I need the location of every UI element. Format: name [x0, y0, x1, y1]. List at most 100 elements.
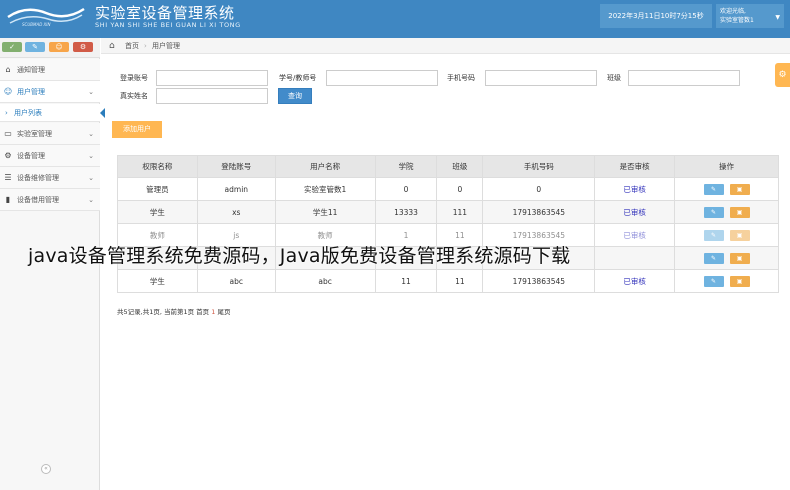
phone-input[interactable]	[485, 70, 597, 86]
edit-icon[interactable]: ✎	[703, 229, 724, 241]
col-header-review: 是否审核	[594, 155, 676, 178]
cell-role: 管理员	[117, 177, 198, 201]
cell-review-status	[594, 246, 676, 270]
logo-word: SCUBMAD XIN	[22, 22, 51, 27]
breadcrumb: ⌂ 首页 › 用户管理	[101, 38, 790, 54]
cell-college: 11	[374, 269, 438, 293]
delete-icon[interactable]: ▣	[729, 275, 750, 287]
breadcrumb-home-link[interactable]: 首页	[125, 38, 139, 54]
user-menu[interactable]: 欢迎光临, 实验室管数1 ▼	[716, 4, 784, 28]
cell-login: xs	[196, 200, 276, 224]
sidebar-subitem-user-list[interactable]: › 用户列表	[0, 104, 105, 122]
edit-icon[interactable]: ✎	[703, 275, 724, 287]
table-header-row: 权限名称 登陆账号 用户名称 学院 班级 手机号码 是否审核 操作	[117, 155, 779, 178]
sidebar-item-users[interactable]: ☺ 用户管理 ⌄	[0, 81, 100, 103]
desktop-icon: ▭	[4, 129, 12, 138]
col-header-class: 班级	[436, 155, 484, 178]
edit-icon[interactable]: ✎	[703, 183, 724, 195]
cell-review-status: 已审核	[594, 200, 676, 224]
sidebar-item-label: 设备管理	[17, 152, 45, 160]
class-input[interactable]	[628, 70, 740, 86]
student-no-input[interactable]	[326, 70, 438, 86]
cell-role: 学生	[117, 200, 198, 224]
shortcut-pencil-icon[interactable]: ✎	[25, 42, 45, 52]
users-icon: ☺	[3, 87, 13, 96]
table-row: 学生 abc abc 11 11 17913863545 已审核 ✎ ▣	[117, 269, 779, 293]
gears-icon: ⚙	[4, 151, 12, 160]
shortcut-gear-icon[interactable]: ⚙	[73, 42, 93, 52]
cell-review-status: 已审核	[594, 223, 676, 247]
query-button[interactable]: 查询	[278, 88, 312, 104]
collapse-sidebar-icon[interactable]: «	[41, 464, 51, 474]
cell-review-status: 已审核	[594, 269, 676, 293]
cell-actions: ✎ ▣	[674, 177, 779, 201]
breadcrumb-separator: ›	[144, 42, 147, 50]
sidebar-item-label: 实验室管理	[17, 130, 52, 138]
cell-username: abc	[274, 269, 376, 293]
sidebar-shortcuts: ✓ ✎ ☺ ⚙	[0, 38, 100, 58]
col-header-role: 权限名称	[117, 155, 198, 178]
chevron-down-icon: ⌄	[88, 174, 94, 182]
delete-icon[interactable]: ▣	[729, 252, 750, 264]
cell-username: 实验室管数1	[274, 177, 376, 201]
current-datetime: 2022年3月11日10时7分15秒	[600, 4, 712, 28]
cell-actions: ✎ ▣	[674, 200, 779, 224]
cell-phone: 17913863545	[482, 200, 596, 224]
sidebar-item-labs[interactable]: ▭ 实验室管理 ⌄	[0, 123, 100, 145]
pagination-current-page[interactable]: 1	[211, 308, 215, 316]
col-header-actions: 操作	[674, 155, 779, 178]
phone-label: 手机号码	[447, 74, 475, 82]
cell-actions: ✎ ▣	[674, 246, 779, 270]
chevron-down-icon: ⌄	[88, 130, 94, 138]
home-icon: ⌂	[5, 65, 11, 74]
col-header-college: 学院	[374, 155, 438, 178]
login-account-label: 登录账号	[120, 74, 148, 82]
delete-icon[interactable]: ▣	[729, 206, 750, 218]
home-icon: ⌂	[109, 41, 115, 51]
cell-role: 学生	[117, 269, 198, 293]
cell-class: 0	[436, 177, 484, 201]
shortcut-users-icon[interactable]: ☺	[49, 42, 69, 52]
chevron-down-icon: ⌄	[88, 88, 94, 96]
cell-login: abc	[196, 269, 276, 293]
sidebar-item-notice[interactable]: ⌂ 通知管理	[0, 59, 100, 81]
edit-icon[interactable]: ✎	[703, 252, 724, 264]
cell-username: 学生11	[274, 200, 376, 224]
col-header-phone: 手机号码	[482, 155, 596, 178]
cell-class: 111	[436, 200, 484, 224]
list-icon: ☰	[4, 173, 12, 182]
pagination-last-link[interactable]: 尾页	[217, 308, 230, 316]
app-subtitle: SHI YAN SHI SHE BEI GUAN LI XI TONG	[95, 21, 241, 29]
app-header: SCUBMAD XIN 实验室设备管理系统 SHI YAN SHI SHE BE…	[0, 0, 790, 38]
student-no-label: 学号/教师号	[279, 74, 317, 82]
pagination-summary[interactable]: 共5记录,共1页, 当前第1页 首页	[117, 308, 209, 316]
cell-phone: 17913863545	[482, 269, 596, 293]
col-header-username: 用户名称	[274, 155, 376, 178]
login-account-input[interactable]	[156, 70, 268, 86]
cell-review-status: 已审核	[594, 177, 676, 201]
add-user-button[interactable]: 添加用户	[112, 121, 162, 138]
cell-actions: ✎ ▣	[674, 269, 779, 293]
table-row: 管理员 admin 实验室管数1 0 0 0 已审核 ✎ ▣	[117, 177, 779, 201]
settings-gear-icon[interactable]: ⚙	[775, 63, 790, 87]
delete-icon[interactable]: ▣	[729, 183, 750, 195]
sidebar-item-borrow[interactable]: ▮ 设备借用管理 ⌄	[0, 189, 100, 211]
real-name-input[interactable]	[156, 88, 268, 104]
edit-icon[interactable]: ✎	[703, 206, 724, 218]
breadcrumb-current: 用户管理	[152, 42, 180, 50]
sidebar-item-repair[interactable]: ☰ 设备维修管理 ⌄	[0, 167, 100, 189]
pagination: 共5记录,共1页, 当前第1页 首页 1 尾页	[117, 306, 230, 316]
caret-down-icon: ▼	[775, 14, 780, 21]
sidebar-subitem-label: 用户列表	[14, 109, 42, 117]
table-row: 学生 xs 学生11 13333 111 17913863545 已审核 ✎ ▣	[117, 200, 779, 224]
overlay-caption: java设备管理系统免费源码，Java版免费设备管理系统源码下载	[28, 245, 571, 267]
real-name-label: 真实姓名	[120, 92, 148, 100]
shortcut-chart-icon[interactable]: ✓	[2, 42, 22, 52]
cell-phone: 0	[482, 177, 596, 201]
sidebar-item-equipment[interactable]: ⚙ 设备管理 ⌄	[0, 145, 100, 167]
sidebar-item-label: 设备借用管理	[17, 196, 59, 204]
sidebar-item-label: 通知管理	[17, 66, 45, 74]
cell-college: 13333	[374, 200, 438, 224]
cell-college: 0	[374, 177, 438, 201]
delete-icon[interactable]: ▣	[729, 229, 750, 241]
